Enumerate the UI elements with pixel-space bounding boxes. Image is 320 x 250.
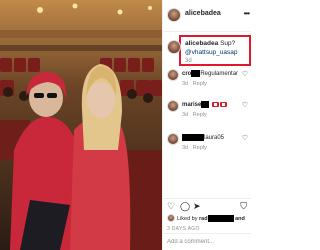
- liked-by-row: Liked by rad and: [167, 214, 251, 224]
- author-avatar[interactable]: [167, 8, 181, 22]
- add-comment-bar: [163, 233, 251, 250]
- post-photo-image: [0, 0, 162, 250]
- add-comment-input[interactable]: [167, 237, 247, 247]
- comment-meta: 3d Reply: [182, 112, 207, 118]
- comment-time: 3d: [182, 112, 189, 118]
- comment-username[interactable]: cro: [182, 71, 191, 77]
- comment-text: cro Regulamentar: [182, 70, 239, 78]
- post-sidebar: alicebadea ••• alicebadea Sup? @vhattsup…: [162, 0, 251, 250]
- more-options-icon[interactable]: •••: [244, 9, 250, 18]
- action-bar: ♡ ◯ ➤ ⛉: [163, 198, 251, 213]
- share-icon[interactable]: ➤: [193, 201, 201, 212]
- reply-link[interactable]: Reply: [193, 81, 207, 87]
- heart-icon[interactable]: ♡: [242, 134, 248, 142]
- comment-item: cro Regulamentar 3d Reply ♡: [163, 69, 251, 95]
- bookmark-icon[interactable]: ⛉: [240, 201, 247, 212]
- comment-time: 3d: [182, 81, 189, 87]
- swiss-flag-icon: [212, 102, 220, 107]
- author-username[interactable]: alicebadea: [185, 10, 221, 17]
- comment-text: laura05: [182, 134, 224, 141]
- swiss-flag-icon: [220, 102, 228, 107]
- caption-mention[interactable]: @vhattsup_uasap: [185, 49, 238, 56]
- heart-icon[interactable]: ♡: [242, 70, 248, 78]
- comment-time: 3d: [182, 145, 189, 151]
- heart-icon[interactable]: ♡: [242, 101, 248, 109]
- comment-item: laura05 3d Reply ♡: [163, 133, 251, 159]
- liked-by-text: Liked by rad and: [177, 215, 245, 222]
- caption-text: Sup?: [220, 40, 236, 47]
- comment-text: marise: [182, 101, 228, 108]
- caption-line: alicebadea Sup?: [185, 40, 235, 48]
- caption-time: 3d: [185, 58, 192, 64]
- post-date: 3 DAYS AGO: [167, 226, 200, 232]
- reply-link[interactable]: Reply: [193, 112, 207, 118]
- redaction-bar: [182, 134, 204, 141]
- caption-username[interactable]: alicebadea: [185, 40, 218, 47]
- liker-username[interactable]: rad: [199, 216, 208, 222]
- comment-item: marise 3d Reply ♡: [163, 100, 251, 126]
- heart-icon[interactable]: ♡: [167, 201, 175, 212]
- comment-meta: 3d Reply: [182, 81, 207, 87]
- comment-icon[interactable]: ◯: [180, 201, 190, 212]
- comment-meta: 3d Reply: [182, 145, 207, 151]
- post-header: alicebadea •••: [163, 0, 251, 32]
- comment-avatar[interactable]: [167, 100, 179, 112]
- liker-avatar[interactable]: [167, 214, 175, 222]
- redaction-bar: [191, 70, 201, 77]
- reply-link[interactable]: Reply: [193, 145, 207, 151]
- caption-avatar[interactable]: [167, 40, 181, 54]
- comment-avatar[interactable]: [167, 69, 179, 81]
- redaction-bar: [207, 215, 234, 222]
- post-photo: [0, 0, 162, 250]
- redaction-bar: [201, 101, 210, 108]
- comment-avatar[interactable]: [167, 133, 179, 145]
- comment-username[interactable]: marise: [182, 102, 201, 108]
